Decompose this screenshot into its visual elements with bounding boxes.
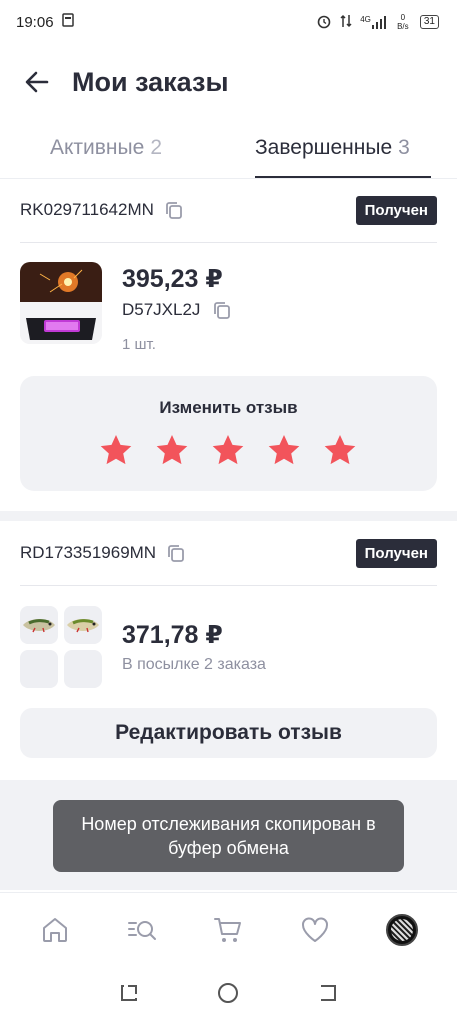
status-bar: 19:06 4G 0 B/s 31 (0, 0, 457, 44)
order-header: RK029711642MN Получен (20, 190, 437, 230)
product-price: 395,23 ₽ (122, 265, 223, 293)
empty-thumbnail (64, 650, 102, 688)
battery-icon: 31 (419, 15, 439, 29)
copy-toast: Номер отслеживания скопирован в буфер об… (53, 800, 404, 872)
tab-count: 3 (398, 136, 410, 159)
tabs-divider (0, 178, 457, 179)
nav-favorites[interactable] (287, 902, 343, 958)
catalog-search-icon (127, 920, 156, 940)
system-nav (0, 966, 457, 1024)
signal-icon: 4G (360, 15, 386, 29)
status-time: 19:06 (16, 13, 54, 31)
tracking-row: RK029711642MN (20, 200, 184, 220)
package-price: 371,78 ₽ (122, 621, 223, 649)
nav-profile[interactable] (374, 902, 430, 958)
empty-thumbnail (20, 650, 58, 688)
copy-icon[interactable] (164, 200, 184, 220)
nav-home[interactable] (27, 902, 83, 958)
net-speed: 0 B/s (397, 13, 409, 31)
tracking-number: RK029711642MN (20, 200, 154, 219)
tab-label: Завершенные (255, 136, 393, 159)
product-quantity: 1 шт. (122, 336, 156, 353)
arrow-left-icon (25, 71, 49, 93)
copy-icon[interactable] (212, 300, 232, 320)
circle-home-icon (218, 982, 239, 1003)
tracking-number: RD173351969MN (20, 543, 157, 562)
product-sku: D57JXL2J (122, 300, 201, 319)
section-divider (0, 511, 457, 521)
tab-count: 2 (150, 136, 162, 159)
star-icon[interactable] (154, 432, 190, 468)
heart-icon (302, 917, 329, 942)
notification-icon (61, 13, 74, 31)
back-system-icon (320, 984, 336, 1001)
star-icon[interactable] (322, 432, 358, 468)
data-transfer-icon (340, 13, 352, 32)
app-header: Мои заказы (0, 56, 457, 108)
bottom-nav (0, 892, 457, 966)
recents-icon (121, 984, 138, 1001)
alarm-icon (316, 13, 332, 32)
star-icon[interactable] (266, 432, 302, 468)
rating-stars (98, 432, 358, 468)
nav-cart[interactable] (200, 902, 256, 958)
star-icon[interactable] (98, 432, 134, 468)
cart-icon (214, 917, 242, 942)
order-header: RD173351969MN Получен (20, 533, 437, 573)
page-title: Мои заказы (72, 66, 229, 97)
change-review-label[interactable]: Изменить отзыв (20, 398, 437, 418)
home-system-button[interactable] (216, 981, 240, 1010)
back-button[interactable] (22, 67, 52, 97)
edit-review-button[interactable]: Редактировать отзыв (20, 708, 437, 758)
order-tabs: Активные 2 Завершенные 3 (0, 128, 457, 178)
sku-row: D57JXL2J (122, 300, 232, 320)
tab-completed[interactable]: Завершенные 3 (255, 128, 431, 178)
order-divider (20, 242, 437, 243)
recents-button[interactable] (118, 982, 140, 1009)
copy-icon[interactable] (166, 543, 186, 563)
profile-avatar (385, 913, 418, 946)
review-card: Изменить отзыв (20, 376, 437, 491)
status-badge: Получен (355, 195, 437, 225)
status-badge: Получен (355, 538, 437, 568)
nav-catalog[interactable] (114, 902, 170, 958)
home-icon (43, 917, 68, 942)
fishing-lure-image (20, 606, 58, 644)
tab-active[interactable]: Активные 2 (50, 128, 162, 178)
product-thumbnails[interactable] (20, 606, 102, 688)
product-image-welding-goggles[interactable] (20, 262, 102, 344)
package-note: В посылке 2 заказа (122, 656, 266, 673)
order-divider (20, 585, 437, 586)
fishing-lure-image (64, 606, 102, 644)
star-icon[interactable] (210, 432, 246, 468)
tracking-row: RD173351969MN (20, 543, 186, 563)
back-system-button[interactable] (317, 982, 339, 1009)
tab-label: Активные (50, 136, 145, 159)
